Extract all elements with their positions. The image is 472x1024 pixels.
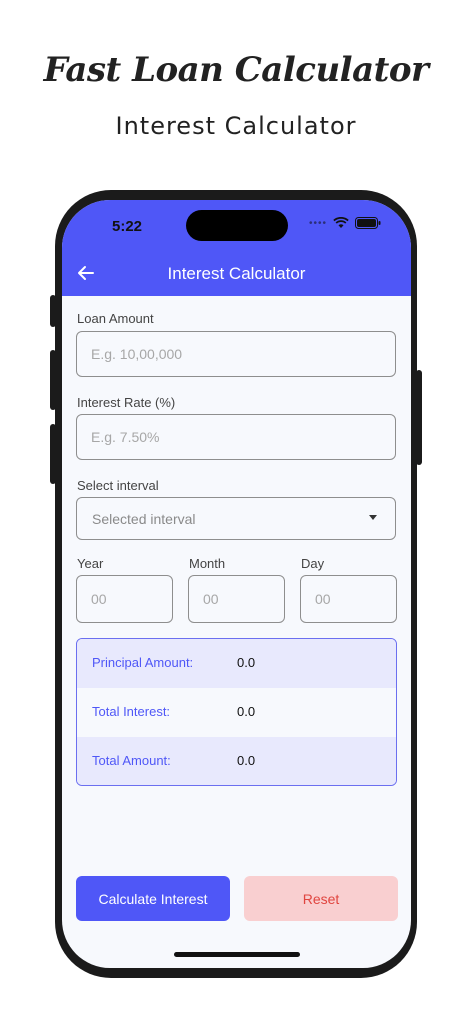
- signal-dots-icon: ••••: [308, 217, 327, 229]
- interval-dropdown[interactable]: Selected interval: [76, 497, 396, 540]
- result-summary: Principal Amount: 0.0 Total Interest: 0.…: [76, 638, 397, 786]
- page-title: Interest Calculator: [167, 264, 306, 283]
- reset-button[interactable]: Reset: [244, 876, 398, 921]
- home-indicator: [174, 952, 300, 957]
- month-label: Month: [189, 556, 226, 571]
- battery-icon: [355, 217, 381, 229]
- month-input[interactable]: [189, 576, 284, 622]
- total-amount-value: 0.0: [237, 753, 256, 768]
- promo-title: Fast Loan Calculator: [43, 50, 429, 90]
- total-amount-row: Total Amount: 0.0: [77, 737, 396, 785]
- day-input[interactable]: [301, 576, 396, 622]
- app-screen: 5:22 •••• Interest Calculator Loan Amoun…: [62, 200, 411, 968]
- promo-subtitle: Interest Calculator: [115, 112, 357, 140]
- principal-label: Principal Amount:: [92, 655, 194, 670]
- year-field[interactable]: [76, 575, 173, 623]
- calculate-interest-button[interactable]: Calculate Interest: [76, 876, 230, 921]
- status-icons: ••••: [309, 217, 381, 229]
- principal-value: 0.0: [237, 655, 256, 670]
- volume-down-button: [50, 424, 56, 484]
- interval-selected-value: Selected interval: [92, 511, 196, 527]
- loan-amount-field[interactable]: [76, 331, 396, 377]
- status-time: 5:22: [112, 218, 143, 235]
- mute-switch: [50, 295, 56, 327]
- loan-amount-input[interactable]: [77, 332, 395, 376]
- principal-row: Principal Amount: 0.0: [77, 639, 396, 688]
- interval-label: Select interval: [77, 478, 159, 493]
- day-label: Day: [301, 556, 325, 571]
- total-interest-label: Total Interest:: [92, 704, 171, 719]
- day-field[interactable]: [300, 575, 397, 623]
- total-interest-value: 0.0: [237, 704, 256, 719]
- loan-amount-label: Loan Amount: [77, 311, 154, 326]
- total-interest-row: Total Interest: 0.0: [77, 688, 396, 737]
- month-field[interactable]: [188, 575, 285, 623]
- year-label: Year: [77, 556, 104, 571]
- year-input[interactable]: [77, 576, 172, 622]
- interest-rate-input[interactable]: [77, 415, 395, 459]
- volume-up-button: [50, 350, 56, 410]
- power-button: [416, 370, 422, 465]
- dynamic-island: [186, 210, 288, 241]
- wifi-icon: [333, 217, 349, 228]
- interest-rate-field[interactable]: [76, 414, 396, 460]
- interest-rate-label: Interest Rate (%): [77, 395, 176, 410]
- app-bar: 5:22 •••• Interest Calculator: [62, 200, 411, 296]
- dropdown-caret-icon: [369, 515, 377, 520]
- total-amount-label: Total Amount:: [92, 753, 171, 768]
